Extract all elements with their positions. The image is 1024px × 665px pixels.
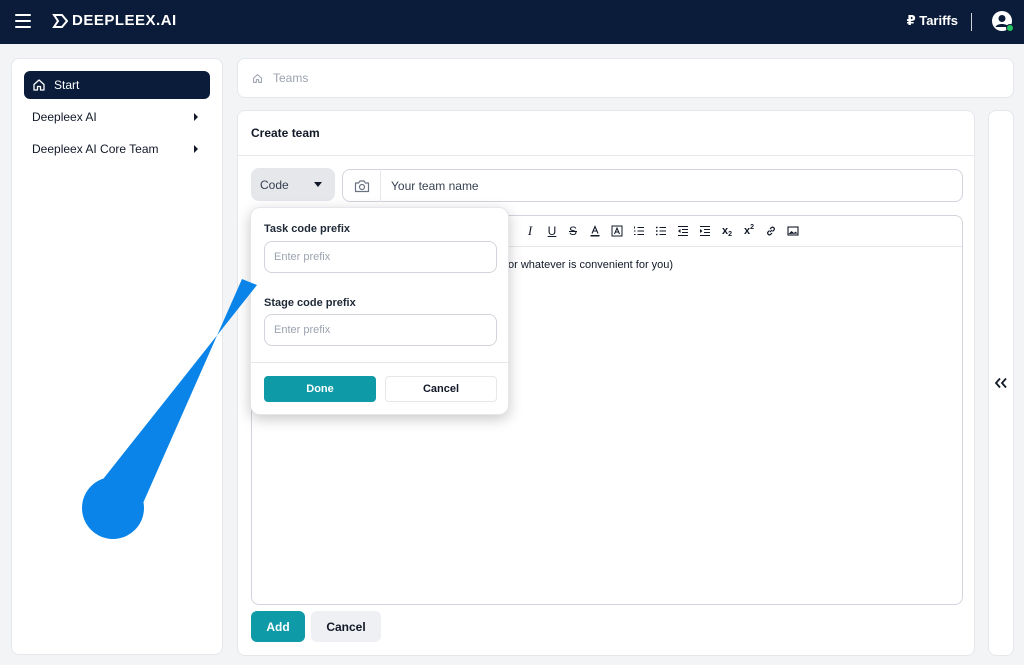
sidebar-item-start[interactable]: Start: [24, 71, 210, 99]
subscript-icon[interactable]: x2: [719, 223, 735, 239]
topbar-divider: [971, 13, 972, 31]
code-prefix-popover: Task code prefix Stage code prefix Done …: [250, 207, 509, 415]
strikethrough-icon[interactable]: S: [565, 223, 581, 239]
logo-mark-icon: [52, 13, 68, 28]
highlight-icon[interactable]: [609, 223, 625, 239]
image-icon[interactable]: [785, 223, 801, 239]
camera-icon: [354, 179, 369, 192]
task-prefix-label: Task code prefix: [264, 223, 350, 235]
stage-prefix-input[interactable]: [264, 314, 497, 346]
stage-prefix-label: Stage code prefix: [264, 297, 356, 309]
italic-icon[interactable]: I: [522, 223, 538, 239]
add-button[interactable]: Add: [251, 611, 305, 642]
breadcrumb-teams[interactable]: Teams: [273, 71, 308, 85]
collapse-panel-button[interactable]: [988, 110, 1014, 656]
caret-down-icon: [314, 182, 322, 187]
brand-name: DEEPLEEX.AI: [72, 12, 177, 29]
sidebar-item-core-team[interactable]: Deepleex AI Core Team: [24, 135, 210, 163]
underline-icon[interactable]: U: [544, 223, 560, 239]
breadcrumb: Teams: [237, 58, 1014, 98]
chevron-right-icon[interactable]: [194, 113, 198, 121]
tariffs-link[interactable]: ₽ Tariffs: [907, 13, 958, 29]
bullet-list-icon[interactable]: [653, 223, 669, 239]
indent-icon[interactable]: [697, 223, 713, 239]
popover-divider: [251, 362, 508, 363]
ordered-list-icon[interactable]: [631, 223, 647, 239]
team-photo-button[interactable]: [343, 169, 381, 202]
menu-icon[interactable]: [15, 14, 31, 28]
double-chevron-left-icon: [994, 377, 1007, 389]
top-bar: DEEPLEEX.AI ₽ Tariffs: [0, 0, 1024, 44]
team-name-field: [342, 169, 963, 202]
online-status-dot: [1006, 24, 1014, 32]
task-prefix-input[interactable]: [264, 241, 497, 273]
user-avatar[interactable]: [992, 11, 1014, 32]
app-logo[interactable]: DEEPLEEX.AI: [52, 12, 177, 29]
home-icon[interactable]: [252, 73, 263, 84]
outdent-icon[interactable]: [675, 223, 691, 239]
home-icon: [33, 79, 45, 91]
page-title: Create team: [238, 111, 974, 156]
team-name-input[interactable]: [381, 178, 941, 193]
sidebar-item-label: Start: [54, 78, 80, 92]
chevron-right-icon[interactable]: [194, 145, 198, 153]
popover-cancel-button[interactable]: Cancel: [385, 376, 497, 402]
superscript-icon[interactable]: x2: [741, 223, 757, 239]
link-icon[interactable]: [763, 223, 779, 239]
sidebar-item-label: Deepleex AI Core Team: [32, 142, 159, 156]
sidebar-item-deepleex-ai[interactable]: Deepleex AI: [24, 103, 210, 131]
code-button-label: Code: [260, 177, 289, 192]
sidebar: Start Deepleex AI Deepleex AI Core Team: [11, 58, 223, 655]
code-dropdown-button[interactable]: Code: [251, 168, 335, 201]
done-button[interactable]: Done: [264, 376, 376, 402]
cancel-button[interactable]: Cancel: [311, 611, 381, 642]
editor-content[interactable]: or whatever is convenient for you): [508, 259, 673, 271]
text-color-icon[interactable]: [587, 223, 603, 239]
sidebar-item-label: Deepleex AI: [32, 110, 97, 124]
